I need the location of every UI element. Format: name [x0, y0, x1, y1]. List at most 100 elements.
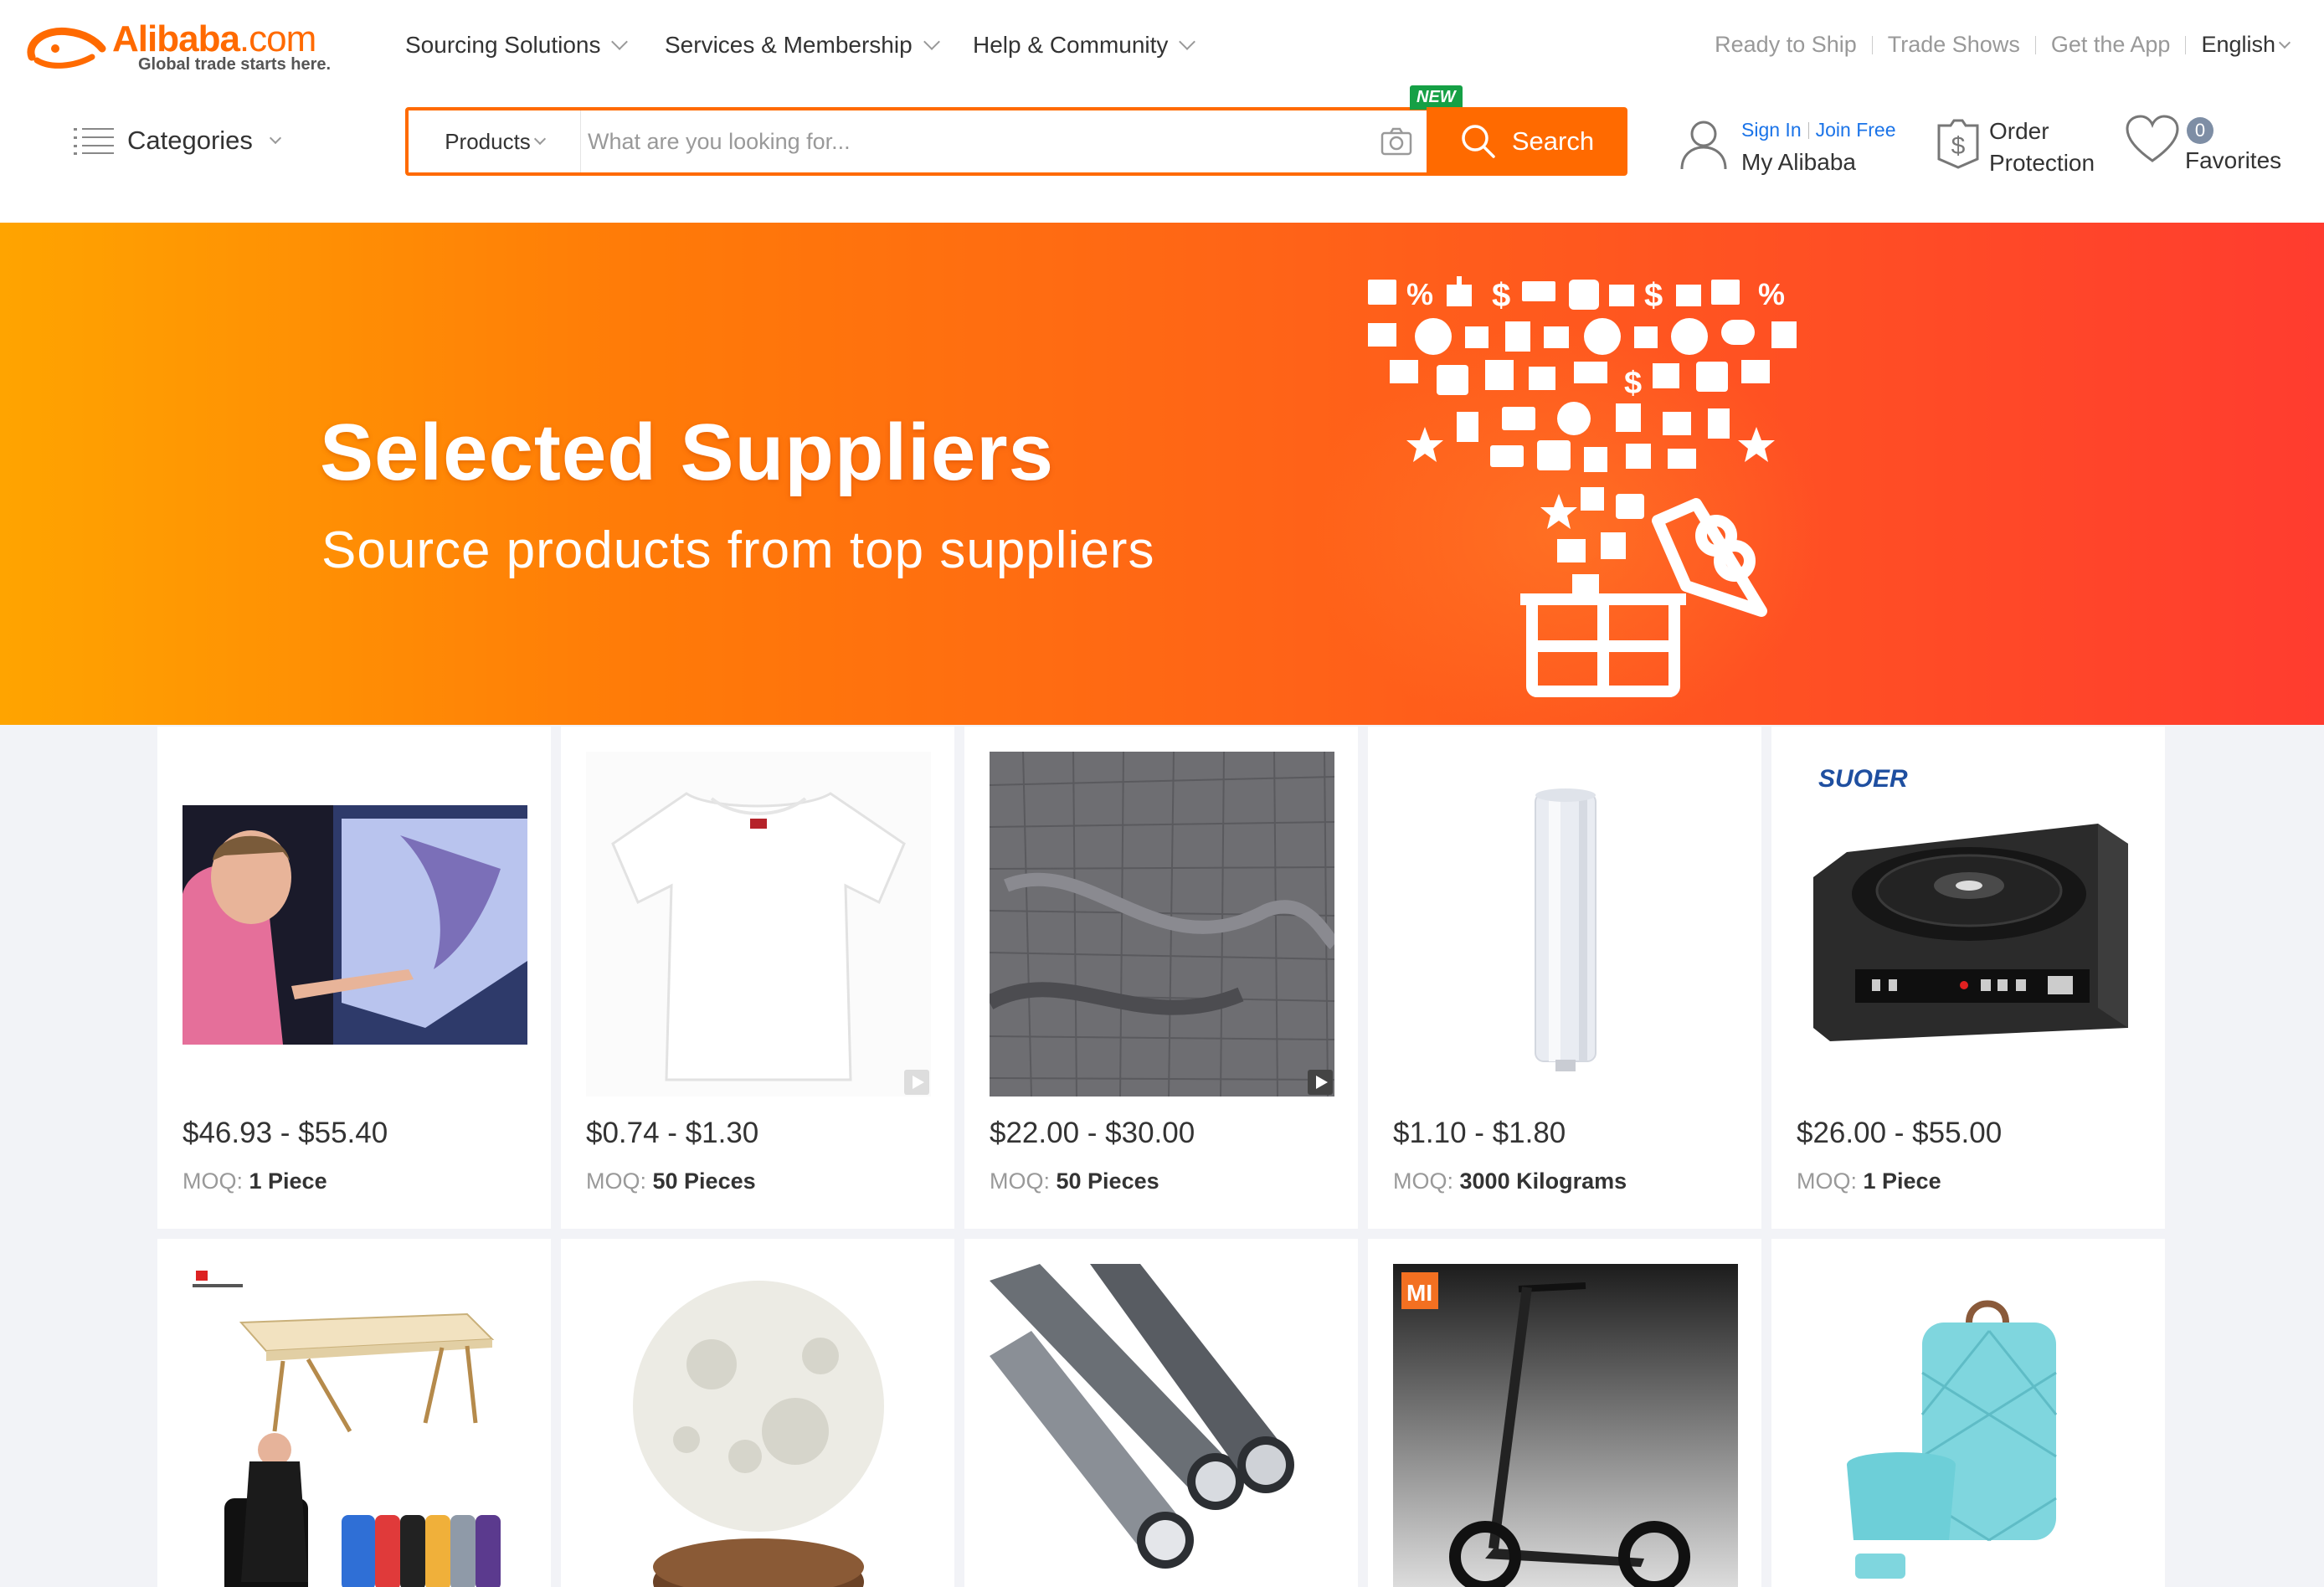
car-subwoofer-image: SUOER [1797, 752, 2141, 1097]
product-card[interactable]: $0.74 - $1.30 MOQ: 50 Pieces [561, 727, 954, 1229]
chevron-down-icon [923, 33, 940, 50]
product-moq: MOQ: 50 Pieces [990, 1168, 1159, 1194]
svg-text:$: $ [1951, 132, 1966, 160]
nav-help-community[interactable]: Help & Community [973, 32, 1196, 59]
svg-text:$: $ [1624, 366, 1642, 401]
diaper-backpack-image [1797, 1264, 2141, 1587]
my-alibaba-link[interactable]: My Alibaba [1741, 149, 1856, 176]
svg-text:%: % [1758, 277, 1785, 311]
order-protection-line2: Protection [1989, 150, 2095, 176]
product-card[interactable]: $46.93 - $55.40 MOQ: 1 Piece [157, 727, 551, 1229]
moq-label: MOQ: [1393, 1168, 1453, 1194]
white-tshirt-image [586, 752, 931, 1097]
logo-tagline: Global trade starts here. [138, 55, 332, 74]
product-price: $46.93 - $55.40 [183, 1117, 388, 1149]
categories-label: Categories [127, 126, 253, 155]
massage-table-image [183, 1264, 527, 1587]
sign-in-link[interactable]: Sign In [1741, 119, 1802, 141]
language-selector[interactable]: English [2201, 32, 2291, 58]
get-the-app-link[interactable]: Get the App [2051, 32, 2171, 58]
steel-pipes-image [990, 1264, 1334, 1587]
product-moq: MOQ: 3000 Kilograms [1393, 1168, 1627, 1194]
nav-label: Sourcing Solutions [405, 32, 601, 58]
order-protection-label: Order Protection [1989, 116, 2095, 179]
moq-value: 3000 Kilograms [1459, 1168, 1627, 1194]
divider [2034, 35, 2036, 54]
product-card[interactable]: SUOER $26.00 - $55.00 MOQ: 1 Piece [1771, 727, 2165, 1229]
svg-text:$: $ [1644, 277, 1663, 314]
site-header: Alibaba.com Global trade starts here. So… [0, 0, 2324, 223]
svg-text:%: % [1406, 277, 1433, 311]
search-category-label: Products [445, 128, 531, 154]
search-category-select[interactable]: Products [409, 110, 581, 172]
moq-value: 1 Piece [1863, 1168, 1941, 1194]
nav-services-membership[interactable]: Services & Membership [665, 32, 940, 59]
electric-scooter-image: MI [1393, 1264, 1738, 1587]
product-price: $22.00 - $30.00 [990, 1117, 1195, 1149]
selected-suppliers-banner[interactable]: Selected Suppliers Source products from … [0, 223, 2324, 725]
divider [1871, 35, 1873, 54]
moq-value: 50 Pieces [1056, 1168, 1159, 1194]
alibaba-logo[interactable]: Alibaba.com Global trade starts here. [25, 18, 352, 77]
chevron-down-icon [611, 33, 629, 50]
heart-icon [2126, 115, 2179, 162]
language-label: English [2201, 32, 2275, 57]
new-badge: NEW [1410, 85, 1463, 110]
weighted-blanket-image [990, 752, 1334, 1097]
moq-value: 1 Piece [249, 1168, 327, 1194]
touch-screen-display-image [183, 752, 527, 1097]
shield-dollar-icon: $ [1937, 119, 1979, 169]
product-price: $26.00 - $55.00 [1797, 1117, 2003, 1149]
moq-value: 50 Pieces [652, 1168, 756, 1194]
chevron-down-icon [269, 131, 281, 145]
svg-text:$: $ [1492, 277, 1510, 314]
video-play-icon[interactable] [1308, 1070, 1333, 1095]
order-protection-link[interactable]: $ Order Protection [1934, 112, 2118, 179]
logo-wordmark: Alibaba.com [112, 18, 316, 59]
stretch-film-roll-image [1393, 752, 1738, 1097]
search-button[interactable]: Search [1427, 107, 1627, 176]
product-card[interactable] [964, 1239, 1358, 1587]
product-moq: MOQ: 1 Piece [1797, 1168, 1941, 1194]
moon-lamp-image [586, 1264, 931, 1587]
divider [2185, 35, 2187, 54]
ready-to-ship-link[interactable]: Ready to Ship [1715, 32, 1857, 58]
camera-icon[interactable] [1380, 126, 1413, 157]
nav-sourcing-solutions[interactable]: Sourcing Solutions [405, 32, 629, 59]
banner-title: Selected Suppliers [320, 408, 1054, 497]
nav-label: Help & Community [973, 32, 1169, 58]
banner-subtitle: Source products from top suppliers [321, 521, 1155, 579]
chevron-down-icon [533, 132, 546, 146]
product-moq: MOQ: 1 Piece [183, 1168, 327, 1194]
moq-label: MOQ: [1797, 1168, 1857, 1194]
product-card[interactable]: $1.10 - $1.80 MOQ: 3000 Kilograms [1368, 727, 1761, 1229]
product-price: $0.74 - $1.30 [586, 1117, 759, 1149]
search-icon [1462, 125, 1495, 158]
moq-label: MOQ: [586, 1168, 646, 1194]
list-menu-icon [74, 128, 114, 155]
trade-shows-link[interactable]: Trade Shows [1888, 32, 2020, 58]
video-play-icon[interactable] [904, 1070, 929, 1095]
brand-logo: SUOER [1818, 765, 1908, 793]
nav-label: Services & Membership [665, 32, 913, 58]
account-area: Sign In Join Free My Alibaba [1678, 114, 1904, 181]
product-price: $1.10 - $1.80 [1393, 1117, 1566, 1149]
product-card[interactable]: MI [1368, 1239, 1761, 1587]
join-free-link[interactable]: Join Free [1816, 119, 1896, 141]
favorites-link[interactable]: 0 Favorites [2125, 112, 2301, 179]
product-card[interactable]: $22.00 - $30.00 MOQ: 50 Pieces [964, 727, 1358, 1229]
user-icon [1680, 121, 1727, 170]
product-moq: MOQ: 50 Pieces [586, 1168, 756, 1194]
search-bar: Products NEW Search [405, 85, 1627, 176]
product-card[interactable] [561, 1239, 954, 1587]
shopping-box-illustration: % $ $ % $ [1368, 276, 1797, 697]
product-card[interactable] [157, 1239, 551, 1587]
order-protection-line1: Order [1989, 118, 2049, 144]
search-input[interactable] [588, 119, 1341, 164]
alibaba-smile-icon [27, 27, 106, 69]
categories-menu[interactable]: Categories [74, 126, 281, 156]
favorites-label: Favorites [2185, 147, 2282, 173]
product-card[interactable] [1771, 1239, 2165, 1587]
favorites-count-badge: 0 [2187, 117, 2213, 144]
divider [1807, 121, 1809, 139]
